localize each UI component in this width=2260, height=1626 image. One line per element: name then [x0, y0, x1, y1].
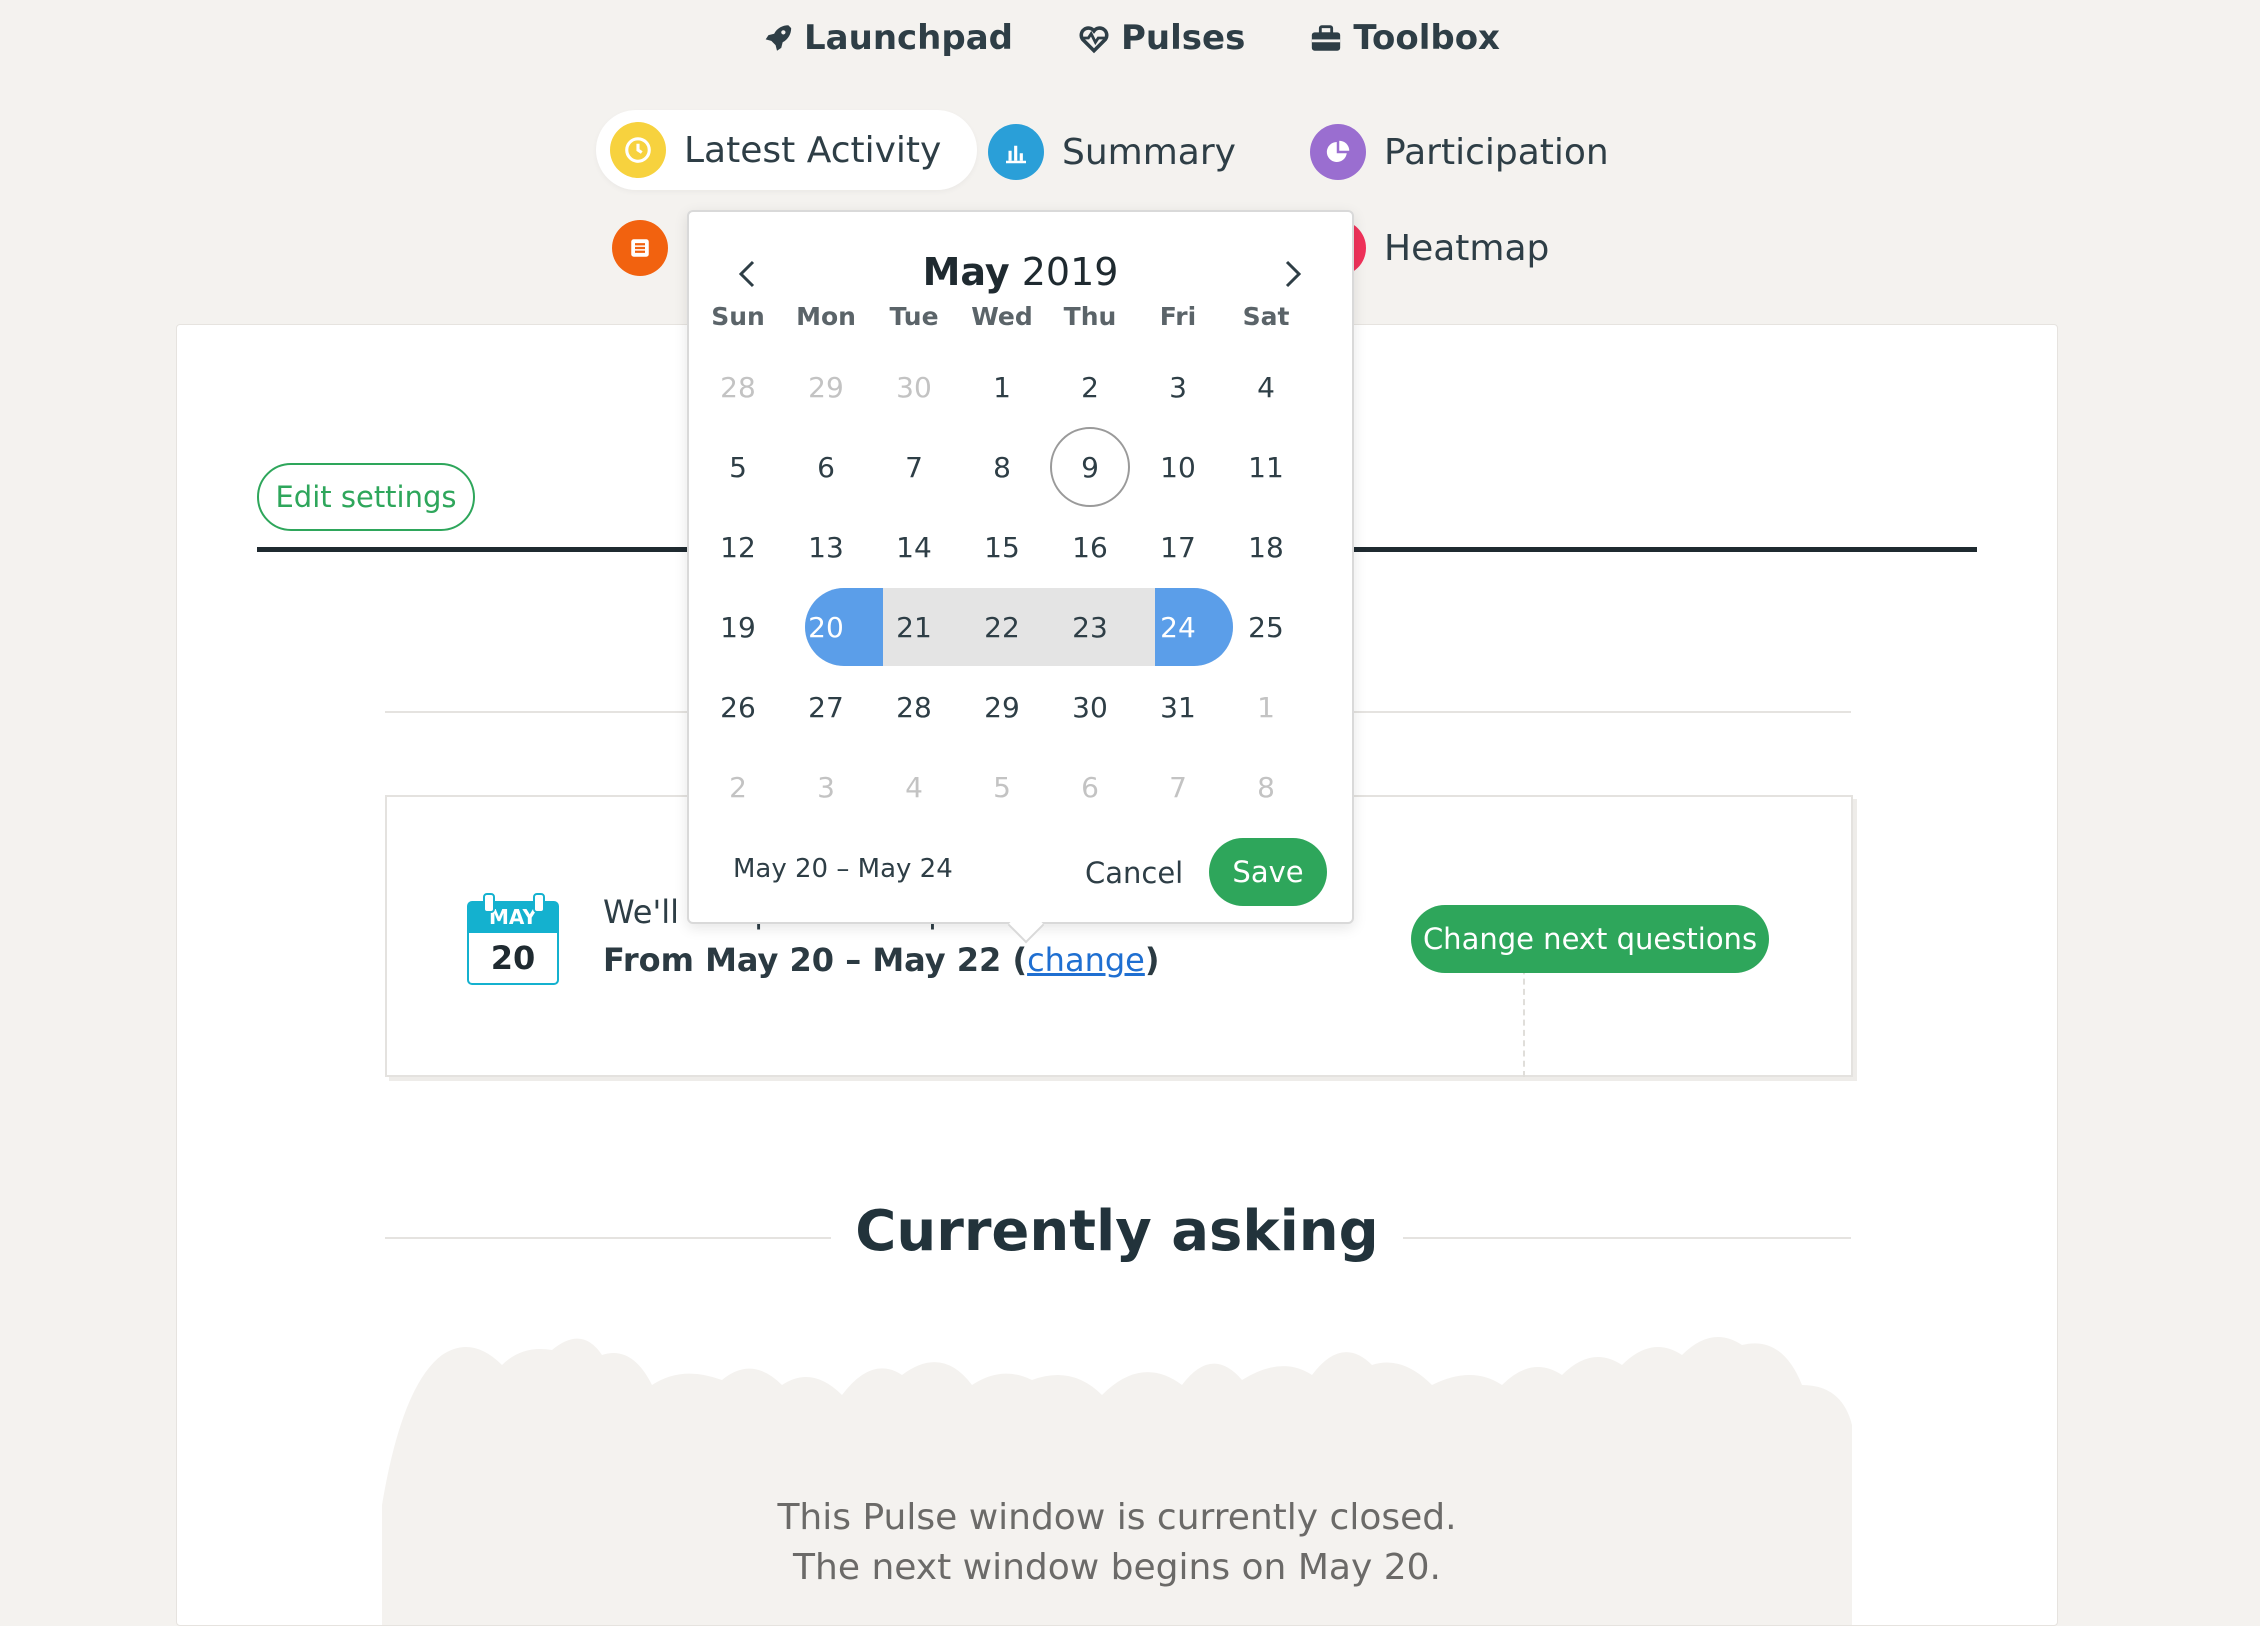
rocket-icon — [765, 25, 792, 51]
calendar-day[interactable]: 29 — [782, 348, 870, 426]
weekday-header: Sat — [1242, 302, 1290, 331]
calendar-day[interactable]: 31 — [1134, 668, 1222, 746]
next-window-message: The next window begins on May 20. — [793, 1547, 1441, 1588]
top-nav: Launchpad Pulses Toolbox — [0, 18, 2260, 58]
calendar-icon-month: MAY — [467, 901, 559, 933]
tab-latest-activity-label: Latest Activity — [684, 129, 942, 171]
calendar-day[interactable]: 3 — [782, 748, 870, 826]
calendar-day[interactable]: 29 — [958, 668, 1046, 746]
calendar-day[interactable]: 11 — [1222, 428, 1310, 506]
calendar-day[interactable]: 18 — [1222, 508, 1310, 586]
calendar-day[interactable]: 26 — [694, 668, 782, 746]
date-picker: May 2019 Sun Mon Tue Wed Thu Fri Sat 28 29 30 1 2 3 4… — [687, 210, 1354, 944]
tab-participation[interactable]: Participation — [1310, 124, 1609, 180]
calendar-day[interactable]: 4 — [870, 748, 958, 826]
calendar-day[interactable]: 1 — [958, 348, 1046, 426]
weekday-header: Sun — [711, 302, 765, 331]
calendar-day[interactable]: 25 — [1222, 588, 1310, 666]
calendar-day[interactable]: 30 — [1046, 668, 1134, 746]
currently-asking-title: Currently asking — [177, 1199, 2057, 1264]
calendar-day[interactable]: 2 — [1046, 348, 1134, 426]
next-month-button[interactable] — [1273, 254, 1313, 294]
calendar-day[interactable]: 1 — [1222, 668, 1310, 746]
pie-chart-icon — [1310, 124, 1366, 180]
calendar-day[interactable]: 28 — [694, 348, 782, 426]
toolbox-icon — [1312, 25, 1341, 51]
calendar-day[interactable]: 17 — [1134, 508, 1222, 586]
calendar-day[interactable]: 23 — [1046, 588, 1134, 666]
tab-summary-label: Summary — [1062, 131, 1236, 173]
calendar-day[interactable]: 6 — [782, 428, 870, 506]
calendar-day[interactable]: 5 — [694, 428, 782, 506]
calendar-day[interactable]: 12 — [694, 508, 782, 586]
change-link[interactable]: change — [1027, 941, 1145, 979]
tab-latest-activity[interactable]: Latest Activity — [596, 110, 978, 190]
nav-toolbox-label: Toolbox — [1353, 18, 1500, 58]
calendar-day[interactable]: 3 — [1134, 348, 1222, 426]
tab-heatmap-label: Heatmap — [1384, 227, 1550, 269]
calendar-day-today[interactable]: 9 — [1046, 427, 1134, 507]
cancel-button[interactable]: Cancel — [1085, 856, 1183, 890]
nav-toolbox[interactable]: Toolbox — [1309, 18, 1500, 58]
calendar-day[interactable]: 13 — [782, 508, 870, 586]
weekday-header: Thu — [1063, 302, 1117, 331]
heartbeat-icon — [1079, 26, 1109, 54]
calendar-day[interactable]: 27 — [782, 668, 870, 746]
date-picker-month: May 2019 — [922, 250, 1119, 294]
weekday-header: Fri — [1159, 302, 1197, 331]
calendar-day[interactable]: 5 — [958, 748, 1046, 826]
calendar-icon-day: 20 — [467, 933, 559, 985]
save-button[interactable]: Save — [1209, 838, 1327, 906]
calendar-day[interactable]: 7 — [1134, 748, 1222, 826]
selected-range-label: May 20 – May 24 — [733, 854, 953, 884]
tab-summary[interactable]: Summary — [988, 124, 1236, 180]
calendar-day[interactable]: 21 — [870, 588, 958, 666]
calendar-day[interactable]: 6 — [1046, 748, 1134, 826]
calendar-day[interactable]: 15 — [958, 508, 1046, 586]
calendar-icon: MAY 20 — [467, 893, 559, 985]
calendar-day[interactable]: 14 — [870, 508, 958, 586]
calendar-day[interactable]: 10 — [1134, 428, 1222, 506]
chevron-right-icon — [1285, 260, 1302, 288]
edit-settings-button[interactable]: Edit settings — [257, 463, 475, 531]
weekday-header: Mon — [796, 302, 856, 331]
change-next-questions-button[interactable]: Change next questions — [1411, 905, 1769, 973]
calendar-day[interactable]: 22 — [958, 588, 1046, 666]
calendar-day[interactable]: 20 — [782, 588, 870, 666]
calendar-day[interactable]: 8 — [958, 428, 1046, 506]
weekday-header: Wed — [971, 302, 1033, 331]
nav-launchpad[interactable]: Launchpad — [760, 18, 1013, 58]
calendar-day[interactable]: 28 — [870, 668, 958, 746]
calendar-day[interactable]: 19 — [694, 588, 782, 666]
clock-icon — [610, 122, 666, 178]
nav-launchpad-label: Launchpad — [804, 18, 1013, 58]
bar-chart-icon — [988, 124, 1044, 180]
calendar-day[interactable]: 7 — [870, 428, 958, 506]
calendar-day[interactable]: 16 — [1046, 508, 1134, 586]
closed-message: This Pulse window is currently closed. — [777, 1497, 1457, 1538]
weekday-header: Tue — [889, 302, 939, 331]
nav-pulses[interactable]: Pulses — [1077, 18, 1245, 58]
calendar-day[interactable]: 30 — [870, 348, 958, 426]
calendar-day[interactable]: 2 — [694, 748, 782, 826]
next-questions-range: From May 20 – May 22 (change) — [603, 941, 1160, 979]
nav-pulses-label: Pulses — [1121, 18, 1246, 58]
calendar-day[interactable]: 8 — [1222, 748, 1310, 826]
calendar-day[interactable]: 24 — [1134, 588, 1222, 666]
list-icon — [612, 220, 668, 276]
tab-participation-label: Participation — [1384, 131, 1609, 173]
calendar-day[interactable]: 4 — [1222, 348, 1310, 426]
